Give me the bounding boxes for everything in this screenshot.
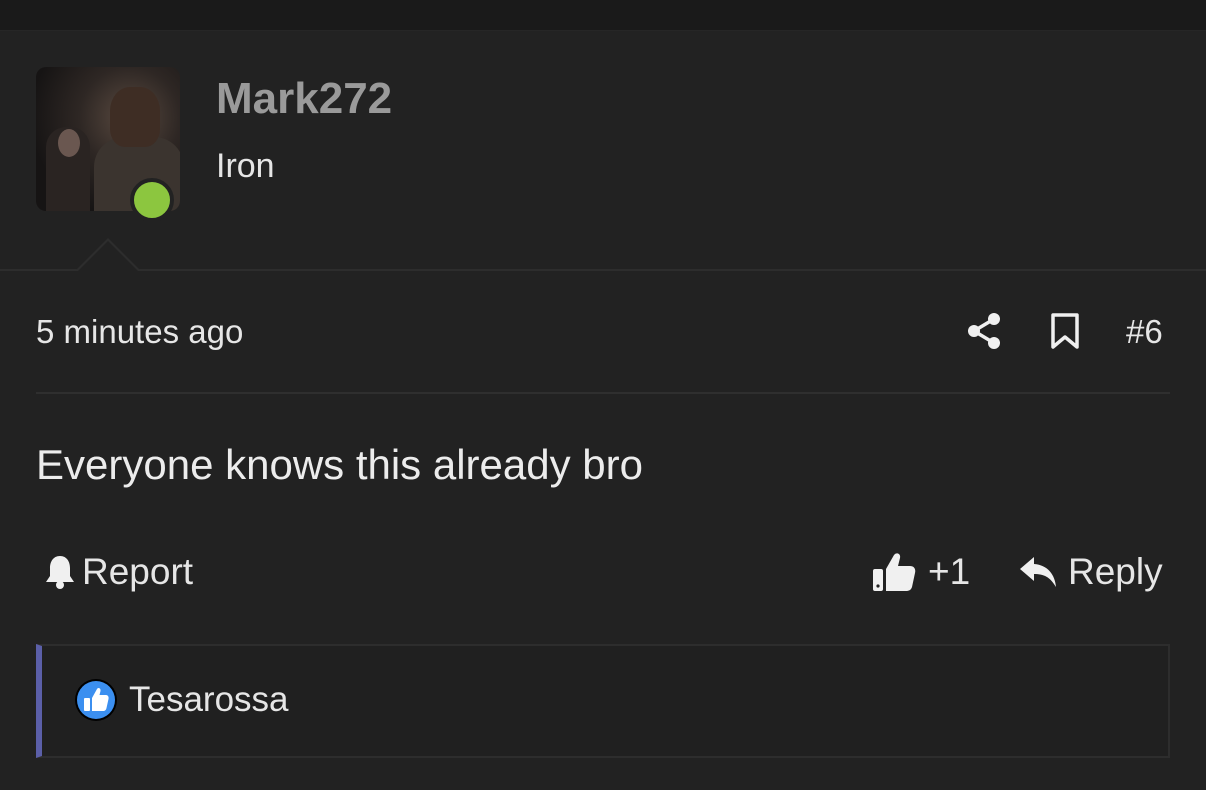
- reply-button[interactable]: Reply: [1018, 548, 1163, 596]
- post-permalink[interactable]: #6: [1126, 310, 1163, 354]
- like-count: +1: [928, 551, 971, 592]
- bookmark-icon[interactable]: [1050, 313, 1080, 349]
- post-header-divider: [36, 392, 1170, 394]
- user-rank: Iron: [216, 147, 275, 185]
- thumbs-up-icon: [873, 553, 916, 591]
- user-info-block: [0, 31, 1206, 270]
- post-timestamp[interactable]: 5 minutes ago: [36, 310, 243, 354]
- reaction-user-link[interactable]: Tesarossa: [129, 678, 289, 722]
- username-link[interactable]: Mark272: [216, 72, 392, 126]
- reply-label: Reply: [1068, 551, 1163, 592]
- report-button[interactable]: Report: [44, 548, 193, 596]
- share-icon[interactable]: [966, 312, 1002, 350]
- thumbs-up-reaction-icon: [75, 679, 117, 721]
- top-strip: [0, 0, 1206, 31]
- report-label: Report: [82, 551, 194, 592]
- online-status-indicator: [130, 178, 174, 222]
- reply-arrow-icon: [1020, 557, 1056, 587]
- like-button[interactable]: +1: [872, 548, 970, 596]
- post-message: Everyone knows this already bro: [36, 441, 643, 488]
- bell-icon: [46, 556, 74, 589]
